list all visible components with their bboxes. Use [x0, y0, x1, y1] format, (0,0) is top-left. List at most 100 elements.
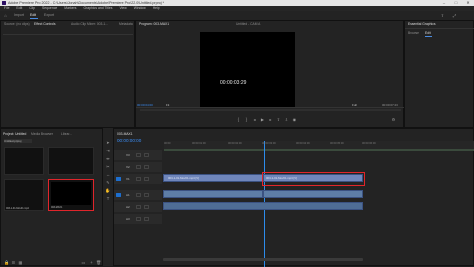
- project-search-field[interactable]: Untitled.prproj: [4, 139, 32, 143]
- selected-item-preview: [51, 182, 91, 205]
- step-back-icon[interactable]: ◂: [252, 117, 257, 122]
- track-sync-icon[interactable]: [144, 165, 149, 169]
- hand-icon[interactable]: ✋: [105, 188, 111, 193]
- tab-effect-controls[interactable]: Effect Controls: [34, 21, 56, 27]
- essential-graphics-panel: Essential Graphics Browse Edit: [404, 20, 474, 128]
- project-item-thumbnail[interactable]: [4, 147, 44, 175]
- essential-graphics-title: Essential Graphics: [408, 22, 436, 26]
- clip-v1-a[interactable]: 003-1-01-Mov01.mp4 [V]: [163, 174, 263, 182]
- ruler-label: 00:00: [164, 142, 171, 145]
- export-frame-icon[interactable]: ◉: [292, 117, 297, 122]
- ripple-edit-icon[interactable]: ⇹: [105, 156, 111, 161]
- selection-icon[interactable]: ➤: [105, 140, 111, 145]
- project-item-name: 003-MAX1: [51, 206, 63, 209]
- timeline-ruler[interactable]: [164, 141, 474, 149]
- source-patch-a1[interactable]: [116, 193, 121, 197]
- workspace-import[interactable]: Import: [14, 13, 24, 18]
- list-view-icon[interactable]: ☰: [11, 260, 16, 265]
- track-mute-icon[interactable]: [136, 193, 141, 197]
- trash-icon[interactable]: 🗑: [96, 260, 101, 265]
- ruler-label: 00:00:04:00: [296, 142, 310, 145]
- settings-icon[interactable]: ⚙: [391, 117, 396, 122]
- program-in-timecode[interactable]: 00:00:04:00: [137, 103, 153, 107]
- source-patch-v1[interactable]: [116, 177, 121, 181]
- tab-source[interactable]: Source: (no clips): [4, 21, 30, 27]
- timeline-timecode[interactable]: 00:00:00:00: [117, 138, 141, 143]
- lock-icon[interactable]: 🔒: [4, 260, 9, 265]
- type-icon[interactable]: T: [105, 196, 111, 201]
- track-label: A1: [126, 193, 130, 197]
- track-header-a2: A2: [114, 202, 162, 212]
- extract-icon[interactable]: ⇩: [284, 117, 289, 122]
- mark-out-icon[interactable]: }: [244, 117, 249, 122]
- tools-panel: ➤ ⇥ ⇹ ✂ ↔ ✎ ✋ T: [103, 128, 113, 266]
- ruler-label: 00:00:06:00: [362, 142, 376, 145]
- track-label: V2: [126, 165, 130, 169]
- track-lock-icon[interactable]: [136, 165, 141, 169]
- track-sync-icon[interactable]: [144, 153, 149, 157]
- premiere-logo-icon: [2, 1, 6, 5]
- track-label: V1: [126, 177, 130, 181]
- mark-in-icon[interactable]: {: [236, 117, 241, 122]
- workspace-bar: ⌂ Import Edit Export ⇪ ⤢: [0, 11, 474, 20]
- lift-icon[interactable]: ⇧: [276, 117, 281, 122]
- active-tab-indicator: [425, 36, 432, 37]
- razor-icon[interactable]: ✂: [105, 164, 111, 169]
- new-item-icon[interactable]: +: [89, 260, 94, 265]
- timeline-scrollbar[interactable]: [163, 258, 363, 261]
- project-panel: Project: Untitled Media Browser Librar..…: [0, 128, 103, 266]
- clip-a1-a[interactable]: [163, 190, 263, 198]
- ruler-label: 00:00:03:00: [262, 142, 276, 145]
- quality-dropdown[interactable]: Full: [352, 103, 357, 107]
- icon-view-icon[interactable]: ▦: [18, 260, 23, 265]
- track-solo-icon[interactable]: [144, 217, 149, 221]
- tab-browse[interactable]: Browse: [408, 30, 419, 36]
- tab-program[interactable]: Program: 003-MAX1: [139, 21, 169, 27]
- project-item-thumbnail[interactable]: 003-1-01-Mov01.mp4: [4, 179, 44, 211]
- track-mute-icon[interactable]: [136, 205, 141, 209]
- project-item-name: 003-1-01-Mov01.mp4: [6, 207, 29, 210]
- tab-metadata[interactable]: Metadata: [119, 21, 133, 27]
- step-forward-icon[interactable]: ▸: [268, 117, 273, 122]
- program-video-frame: 00:00:03:29: [200, 32, 295, 107]
- track-solo-icon[interactable]: [144, 205, 149, 209]
- tab-libraries[interactable]: Librar...: [61, 131, 72, 137]
- project-search-value: Untitled.prproj: [4, 139, 22, 143]
- track-select-icon[interactable]: ⇥: [105, 148, 111, 153]
- home-icon[interactable]: ⌂: [3, 13, 8, 18]
- program-scrubber[interactable]: [140, 109, 401, 111]
- track-header-a3: A3: [114, 214, 162, 224]
- essential-divider: [405, 28, 474, 29]
- project-item-thumbnail[interactable]: [48, 147, 94, 175]
- fullscreen-icon[interactable]: ⤢: [452, 13, 457, 18]
- track-header-v2: V2: [114, 162, 162, 172]
- track-mute-icon[interactable]: [136, 217, 141, 221]
- play-icon[interactable]: ▶: [260, 117, 265, 122]
- tab-audio-clip-mixer[interactable]: Audio Clip Mixer: 003-1...: [71, 21, 108, 27]
- clip-label: 003-1-01-Mov01.mp4 [V]: [168, 176, 199, 180]
- track-label: A2: [126, 205, 130, 209]
- slip-icon[interactable]: ↔: [105, 172, 111, 177]
- pen-icon[interactable]: ✎: [105, 180, 111, 185]
- track-lock-icon[interactable]: [136, 153, 141, 157]
- track-sync-icon[interactable]: [144, 177, 149, 181]
- workspace-export[interactable]: Export: [44, 13, 54, 18]
- quick-export-icon[interactable]: ⇪: [440, 13, 445, 18]
- track-header-a1: A1: [114, 190, 162, 200]
- work-area-bar[interactable]: [164, 149, 474, 151]
- track-lock-icon[interactable]: [136, 177, 141, 181]
- tab-project[interactable]: Project: Untitled: [3, 131, 26, 137]
- clip-a1-b[interactable]: [263, 190, 363, 198]
- program-timecode-overlay: 00:00:03:29: [220, 80, 247, 86]
- ruler-label: 00:00:01:00: [192, 142, 206, 145]
- clip-a2-waveform[interactable]: [163, 202, 363, 210]
- track-solo-icon[interactable]: [144, 193, 149, 197]
- highlighted-clip-selection: [262, 172, 365, 186]
- project-item-selected[interactable]: 003-MAX1: [48, 179, 94, 211]
- new-bin-icon[interactable]: ▭: [81, 260, 86, 265]
- tab-timeline-sequence[interactable]: 003-MAX1: [117, 131, 133, 137]
- ruler-label: 00:00:05:00: [330, 142, 344, 145]
- source-divider: [3, 34, 133, 35]
- fit-dropdown[interactable]: Fit: [166, 103, 169, 107]
- tab-media-browser[interactable]: Media Browser: [31, 131, 53, 137]
